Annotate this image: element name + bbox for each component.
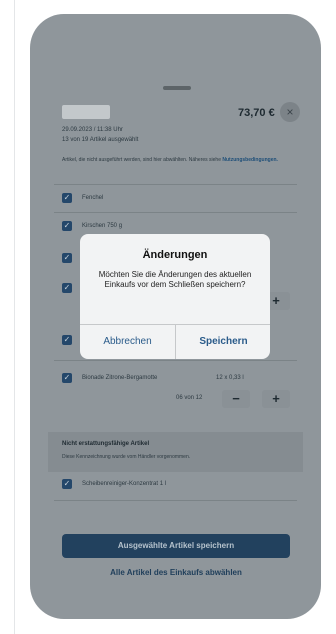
plus-icon: + (272, 391, 280, 406)
nonrefundable-subtitle: Diese Kennzeichnung wurde vom Händler vo… (62, 454, 191, 460)
item-label: Kirschen 750 g (82, 223, 123, 229)
close-icon: × (286, 105, 294, 119)
divider (54, 184, 297, 185)
checkbox-checked[interactable]: ✓ (62, 373, 72, 383)
decrease-quantity-button[interactable]: − (222, 390, 250, 408)
left-divider-line (14, 0, 15, 634)
sheet-drag-handle[interactable] (163, 86, 191, 90)
minus-icon: − (232, 391, 240, 406)
divider (54, 500, 297, 501)
checkbox-checked[interactable]: ✓ (62, 283, 72, 293)
item-label: Fenchel (82, 195, 104, 201)
cancel-button[interactable]: Abbrechen (80, 325, 175, 359)
deselect-all-link[interactable]: Alle Artikel des Einkaufs abwählen (62, 568, 290, 577)
checkbox-checked[interactable]: ✓ (62, 335, 72, 345)
list-item[interactable]: ✓ Kirschen 750 g (62, 219, 122, 233)
selected-count: 13 von 19 Artikel ausgewählt (62, 137, 139, 143)
item-label: Bionade Zitrone-Bergamotte (82, 375, 158, 381)
list-item[interactable]: ✓ Bionade Zitrone-Bergamotte (62, 371, 157, 385)
terms-link[interactable]: Nutzungsbedingungen. (222, 157, 278, 163)
divider (54, 212, 297, 213)
item-label: Scheibenreiniger-Konzentrat 1 l (82, 481, 167, 487)
purchase-name-redacted (62, 105, 110, 119)
close-button[interactable]: × (280, 102, 300, 122)
item-quantity-info: 12 x 0,33 l (216, 375, 244, 381)
list-item[interactable]: ✓ (62, 281, 72, 295)
nonrefundable-title: Nicht erstattungsfähige Artikel (62, 441, 150, 447)
nonrefundable-section-header (48, 432, 303, 472)
plus-icon: + (272, 293, 280, 308)
save-button[interactable]: Speichern (176, 325, 270, 359)
list-item[interactable]: ✓ (62, 333, 72, 347)
increase-quantity-button[interactable]: + (262, 390, 290, 408)
checkbox-checked[interactable]: ✓ (62, 221, 72, 231)
dialog-message: Möchten Sie die Änderungen des aktuellen… (98, 270, 252, 289)
dialog-title: Änderungen (142, 249, 208, 261)
notice-text: Artikel, die nicht ausgeführt werden, si… (62, 157, 278, 163)
checkbox-checked[interactable]: ✓ (62, 253, 72, 263)
divider (54, 360, 297, 361)
list-item[interactable]: ✓ Scheibenreiniger-Konzentrat 1 l (62, 477, 166, 491)
save-changes-dialog: Änderungen Möchten Sie die Änderungen de… (80, 234, 270, 359)
checkbox-checked[interactable]: ✓ (62, 193, 72, 203)
save-selected-button[interactable]: Ausgewählte Artikel speichern (62, 534, 290, 558)
purchase-amount: 73,70 € (238, 107, 275, 119)
list-item[interactable]: ✓ Fenchel (62, 191, 103, 205)
item-counter: 06 von 12 (176, 395, 203, 401)
checkbox-checked[interactable]: ✓ (62, 479, 72, 489)
list-item[interactable]: ✓ (62, 251, 72, 265)
phone-screen: 73,70 € × 29.09.2023 / 11:38 Uhr 13 von … (30, 14, 321, 619)
purchase-datetime: 29.09.2023 / 11:38 Uhr (62, 127, 123, 133)
